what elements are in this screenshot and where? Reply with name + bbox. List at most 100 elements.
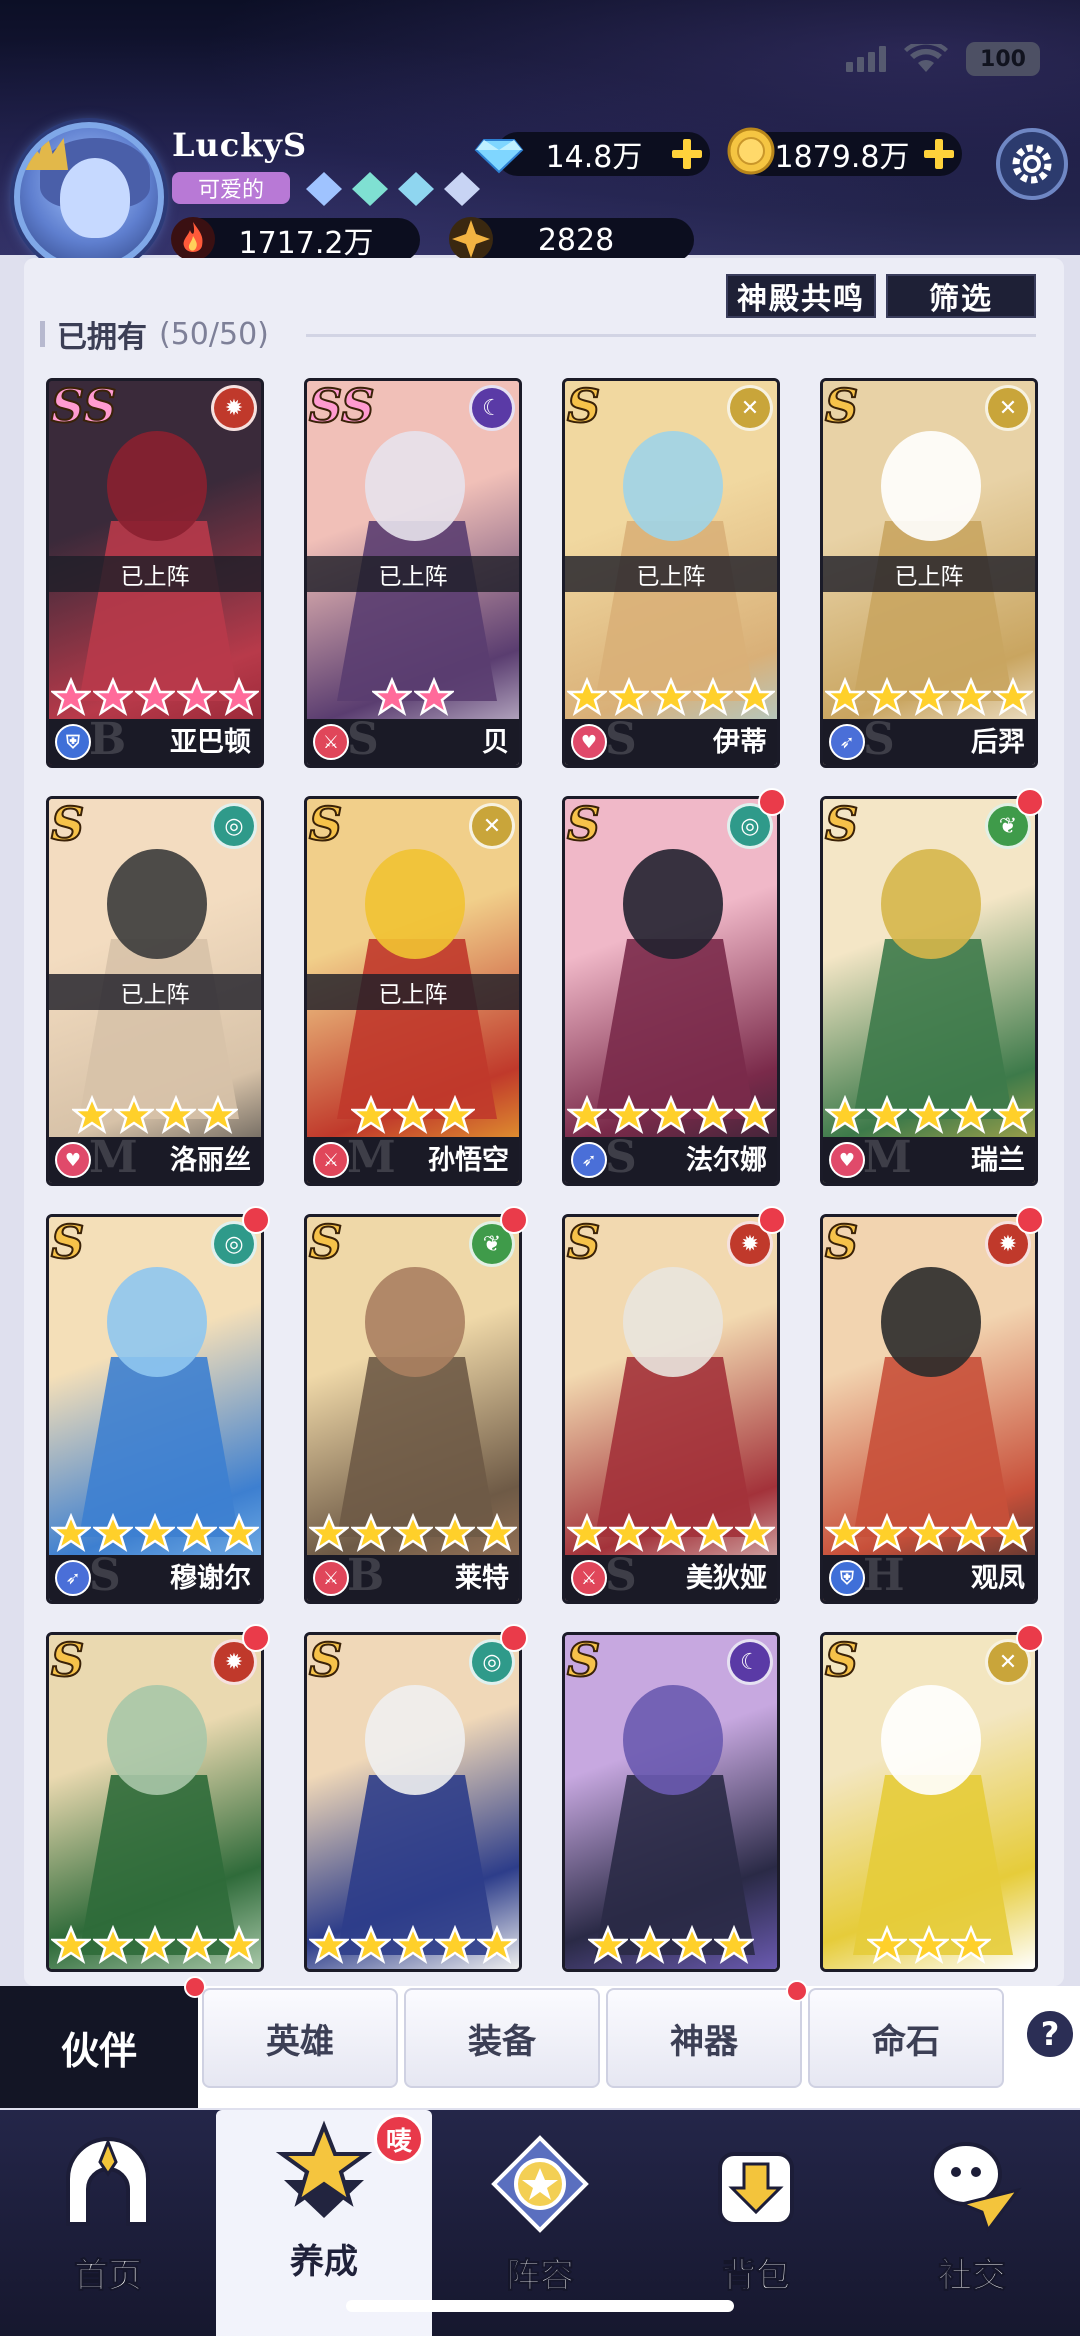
gem-icon [444,172,480,206]
faction-letter: S [605,1550,637,1601]
star-icon [609,1513,649,1552]
star-rating [565,1925,777,1965]
nav-label: 社交 [938,2256,1007,2297]
faction-letter: S [605,1132,637,1183]
filter-button[interactable]: 筛选 [886,274,1036,318]
nav-label: 养成 [290,2242,358,2282]
star-icon [393,1513,433,1552]
star-icon [93,1513,133,1552]
moon-element-icon: ☾ [727,1639,773,1685]
star-icon [867,1513,907,1552]
tab-artifacts[interactable]: 神器 [606,1980,808,2088]
hero-card[interactable]: S ✕ 已上阵 ⚔ M 孙悟空 [304,796,522,1186]
hero-card[interactable]: S ☾ [562,1632,780,1972]
star-icon [909,1925,949,1964]
star-icon [951,1095,991,1134]
hero-name-bar: ⚔ S 贝 [307,714,519,765]
sword-role-icon: ⚔ [571,1560,607,1596]
star-icon [414,677,454,716]
moon-element-icon: ☾ [469,385,515,431]
hero-card[interactable]: S ✕ 已上阵 ♥ S 伊蒂 [562,378,780,768]
star-rating [307,1925,519,1965]
star-icon [609,1095,649,1134]
tab-partners[interactable]: 伙伴 [0,1976,206,2108]
star-icon [651,1095,691,1134]
deployed-label: 已上阵 [49,556,261,592]
star-icon [825,1513,865,1552]
star-icon [72,1095,112,1134]
settings-button[interactable] [996,128,1068,200]
formation-icon [490,2134,590,2234]
temple-resonance-button[interactable]: 神殿共鸣 [726,274,876,318]
star-icon [135,1513,175,1552]
star-icon [51,677,91,716]
diamond-counter[interactable]: 14.8万 [496,132,710,176]
hero-rank: S [566,379,601,434]
hero-name-bar: ➶ S 法尔娜 [565,1132,777,1183]
hero-card[interactable]: S ❦ ♥ M 瑞兰 [820,796,1038,1186]
hero-card[interactable]: S ❦ ⚔ B 莱特 [304,1214,522,1604]
gem-icon [306,172,342,206]
hero-name-bar: ♥ M 瑞兰 [823,1132,1035,1183]
hero-card[interactable]: S ◎ ➶ S 穆谢尔 [46,1214,264,1604]
deployed-label: 已上阵 [307,556,519,592]
notification-dot [242,1624,270,1652]
add-diamond-button[interactable] [670,137,704,171]
bow-role-icon: ➶ [571,1142,607,1178]
owned-header: 已拥有 (50/50) [40,312,269,356]
hero-name: 亚巴顿 [170,727,251,758]
star-icon [735,677,775,716]
hero-card[interactable]: S ✹ ⚔ S 美狄娅 [562,1214,780,1604]
star-icon [951,1513,991,1552]
star-icon [351,1095,391,1134]
signal-icon [846,46,886,72]
hero-rank: S [50,797,85,852]
hero-rank: SS [308,379,375,434]
nav-social[interactable]: 社交 [864,2110,1080,2336]
hero-card[interactable]: SS ✹ 已上阵 ⛨ B 亚巴顿 [46,378,264,768]
hero-name: 后羿 [971,727,1025,758]
hero-card[interactable]: S ◎ 已上阵 ♥ M 洛丽丝 [46,796,264,1186]
star-rating [823,1513,1035,1553]
hero-card[interactable]: S ◎ [304,1632,522,1972]
top-background [0,0,1080,255]
hero-rank: S [566,797,601,852]
player-avatar[interactable] [14,122,164,272]
help-button[interactable]: ? [1024,2008,1076,2060]
nav-home[interactable]: 首页 [0,2110,216,2336]
faction-letter: B [89,714,127,765]
tab-heroes[interactable]: 英雄 [202,1988,398,2088]
star-icon [825,677,865,716]
star-icon [435,1095,475,1134]
hero-name-bar: ⚔ B 莱特 [307,1550,519,1601]
hero-card[interactable]: S ◎ ➶ S 法尔娜 [562,796,780,1186]
tab-label: 伙伴 [60,2027,137,2073]
gem-slots [306,172,480,206]
player-title-badge: 可爱的 [172,172,290,204]
star-icon [435,1925,475,1964]
backpack-icon [706,2134,806,2234]
shield-role-icon: ⛨ [55,724,91,760]
add-gold-button[interactable] [922,137,956,171]
star-icon [372,677,412,716]
star-rating [49,1095,261,1135]
hero-card[interactable]: S ✹ [46,1632,264,1972]
hero-card[interactable]: S ✕ [820,1632,1038,1972]
star-icon [867,677,907,716]
deployed-label: 已上阵 [49,974,261,1010]
star-icon [135,677,175,716]
faction-letter: M [863,1132,912,1183]
hero-card[interactable]: SS ☾ 已上阵 ⚔ S 贝 [304,378,522,768]
tab-fatestone[interactable]: 命石 [808,1988,1004,2088]
notification-dot [500,1206,528,1234]
star-icon [477,1925,517,1964]
tab-equipment[interactable]: 装备 [404,1988,600,2088]
battery-indicator: 100 [966,42,1040,76]
owned-count: (50/50) [159,316,269,352]
hero-name: 法尔娜 [686,1145,767,1176]
hero-name: 瑞兰 [971,1145,1025,1176]
diamond-icon [474,139,524,174]
hero-card[interactable]: S ✹ ⛨ H 观凤 [820,1214,1038,1604]
hero-name: 贝 [482,727,509,758]
hero-card[interactable]: S ✕ 已上阵 ➶ S 后羿 [820,378,1038,768]
